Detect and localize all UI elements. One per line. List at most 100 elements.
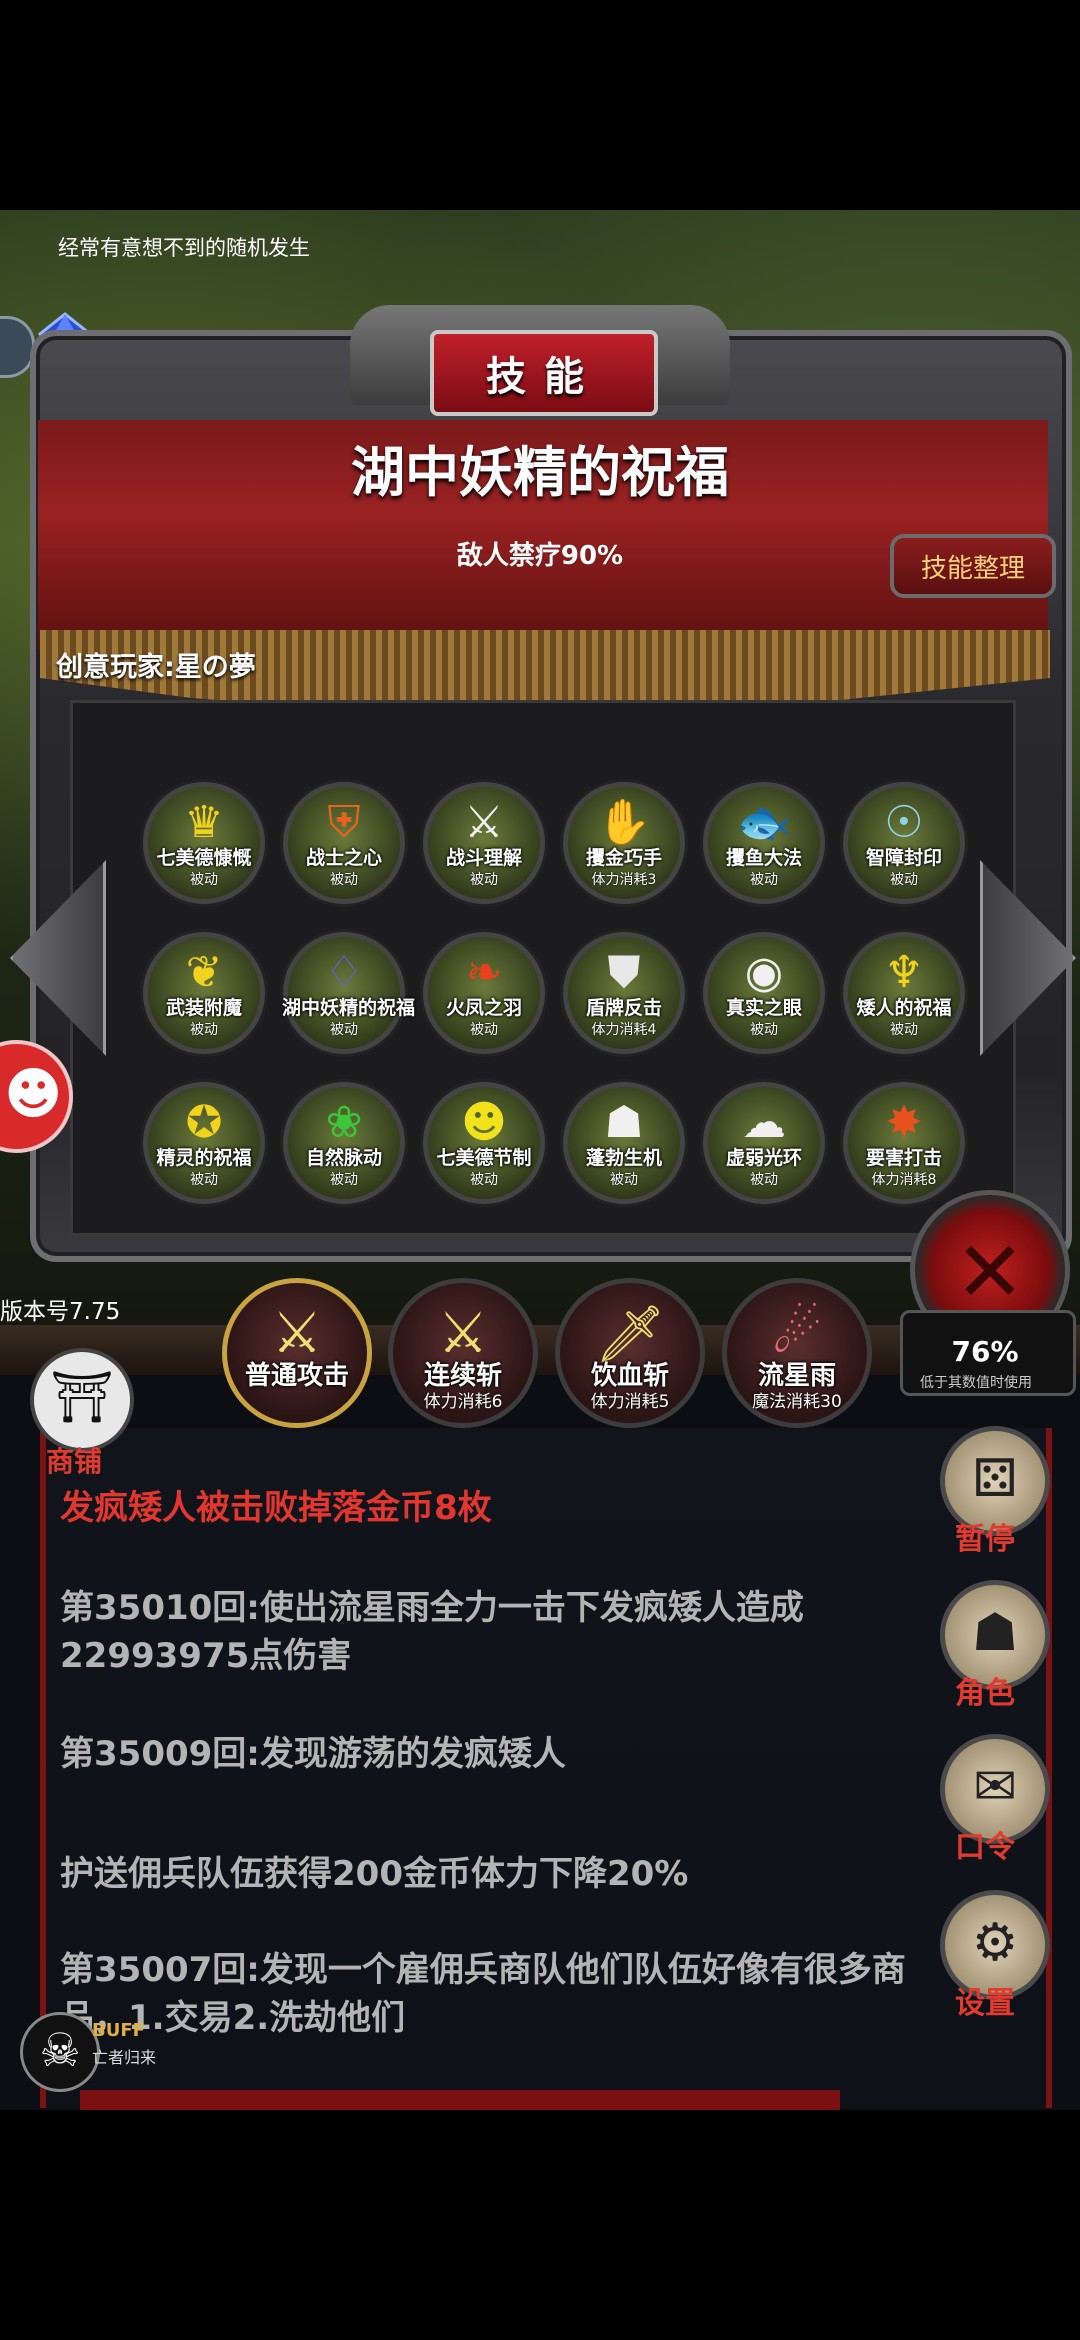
sword-shield-icon: ⚔: [464, 797, 504, 848]
hooded-figure-icon: ☗: [971, 1603, 1019, 1663]
skill-slot[interactable]: ⚔ 战斗理解被动: [423, 782, 545, 904]
side-menu-label[interactable]: 口令: [955, 1822, 1015, 1866]
skill-cost: 被动: [890, 872, 918, 888]
action-cost: 魔法消耗30: [752, 1392, 842, 1412]
nav-bar-area: [0, 2110, 1080, 2340]
skill-name: 智障封印: [865, 847, 942, 869]
side-menu-label[interactable]: 角色: [955, 1668, 1015, 1712]
side-menu-label[interactable]: 设置: [955, 1978, 1015, 2022]
muscle-icon: ☗: [604, 1097, 644, 1148]
wings-icon: ❦: [185, 947, 223, 998]
skill-cost: 被动: [190, 1022, 218, 1038]
skill-cost: 被动: [610, 1172, 638, 1188]
feather-icon: ❧: [465, 947, 503, 998]
log-entry: 第35010回:使出流星雨全力一击下发疯矮人造成22993975点伤害: [60, 1588, 804, 1676]
eye-icon: ◉: [744, 947, 784, 998]
skill-slot[interactable]: ❀ 自然脉动 被动: [283, 1082, 405, 1204]
gear-icon: ⚙: [971, 1913, 1019, 1973]
skill-cost: 被动: [750, 1172, 778, 1188]
skill-slot[interactable]: ☗ 蓬勃生机被动: [563, 1082, 685, 1204]
skull-icon[interactable]: ☠: [20, 2012, 100, 2092]
action-cost: 体力消耗5: [590, 1392, 670, 1412]
skill-cost: 被动: [470, 1172, 498, 1188]
skill-slot[interactable]: ☻ 七美德节制被动: [423, 1082, 545, 1204]
skill-name: 七美德慷慨: [156, 847, 252, 869]
fish-icon: 🐟: [736, 797, 792, 848]
skill-slot[interactable]: ✸ 要害打击体力消耗8: [843, 1082, 965, 1204]
hp-threshold-value: 76%: [951, 1335, 1019, 1368]
selected-skill-name: 湖中妖精的祝福: [351, 441, 729, 504]
skill-name: 要害打击: [865, 1147, 942, 1169]
ghost-icon: ☁: [742, 1097, 786, 1148]
skill-name: 真实之眼: [725, 997, 802, 1019]
skill-slot[interactable]: ☉ 智障封印被动: [843, 782, 965, 904]
skill-cost: 被动: [470, 872, 498, 888]
log-entry: 第35009回:发现游荡的发疯矮人: [60, 1734, 566, 1774]
person-icon: ☻: [4, 1062, 63, 1127]
action-skill-button[interactable]: ⚔ 连续斩 体力消耗6: [388, 1278, 538, 1428]
skill-name: 虚弱光环: [725, 1147, 802, 1169]
action-cost: 体力消耗6: [423, 1392, 503, 1412]
skill-cost: 被动: [190, 872, 218, 888]
mask-icon: ☻: [461, 1097, 507, 1148]
skill-name: 蓬勃生机: [585, 1147, 662, 1169]
dice-icon: ⚄: [972, 1449, 1018, 1509]
action-skill-button[interactable]: 🗡 饮血斩 体力消耗5: [555, 1278, 705, 1428]
skill-name: 战士之心: [305, 847, 382, 869]
shop-label[interactable]: 商铺: [46, 1440, 102, 1480]
skill-cost: 被动: [750, 1022, 778, 1038]
log-entry: 护送佣兵队伍获得200金币体力下降20%: [60, 1854, 689, 1894]
skill-name: 盾牌反击: [585, 997, 662, 1019]
skill-slot[interactable]: ♆ 矮人的祝福被动: [843, 932, 965, 1054]
hp-threshold-note: 低于其数值时使用: [920, 1375, 1032, 1391]
skill-slot[interactable]: ❧ 火凤之羽 被动: [423, 932, 545, 1054]
shield-icon: ⛊: [607, 947, 641, 998]
viking-helmet-icon: ♆: [884, 947, 924, 998]
action-skill-button[interactable]: ⚔ 普通攻击: [222, 1278, 372, 1428]
skill-name: 矮人的祝福: [856, 997, 952, 1019]
burst-icon: ✸: [885, 1097, 923, 1148]
skill-name: 武装附魔: [165, 997, 242, 1019]
skill-name: 战斗理解: [445, 847, 522, 869]
skill-slot[interactable]: ♢ 湖中妖精的祝福 被动: [282, 932, 416, 1054]
action-skill-button[interactable]: ☄ 流星雨 魔法消耗30: [722, 1278, 872, 1428]
skill-cost: 体力消耗3: [591, 872, 657, 888]
skill-cost: 被动: [330, 872, 358, 888]
creator-credit: 创意玩家:星の夢: [56, 652, 256, 683]
book-icon: ✉: [973, 1757, 1017, 1817]
buff-name: 亡者归来: [92, 2048, 157, 2067]
status-bar-area: [0, 0, 1080, 210]
skill-slot[interactable]: ⛨ 战士之心被动: [283, 782, 405, 904]
hand-icon: ✋: [596, 797, 652, 848]
crown-icon: ♛: [184, 797, 224, 848]
skill-cost: 被动: [750, 872, 778, 888]
skill-cost: 被动: [890, 1022, 918, 1038]
log-entry: 第35007回:发现一个雇佣兵商队他们队伍好像有很多商品，1.交易2.洗劫他们: [60, 1950, 906, 2038]
skill-slot[interactable]: ❦ 武装附魔被动: [143, 932, 265, 1054]
organize-skills-button[interactable]: 技能整理: [890, 534, 1056, 598]
skill-slot[interactable]: ♛ 七美德慷慨被动: [143, 782, 265, 904]
skill-slot[interactable]: ◉ 真实之眼被动: [703, 932, 825, 1054]
skill-slot[interactable]: 🐟 攫鱼大法 被动: [703, 782, 825, 904]
skill-slot[interactable]: ✪ 精灵的祝福 被动: [143, 1082, 265, 1204]
skill-name: 自然脉动: [305, 1147, 382, 1169]
skill-slot[interactable]: ⛊ 盾牌反击 体力消耗4: [563, 932, 685, 1054]
skill-cost: 被动: [330, 1022, 358, 1038]
skill-cost: 体力消耗8: [871, 1172, 937, 1188]
leaf-icon: ❀: [325, 1097, 363, 1148]
seal-icon: ☉: [884, 797, 924, 848]
star-icon: ✪: [185, 1097, 223, 1148]
skill-slot[interactable]: ✋ 攫金巧手 体力消耗3: [563, 782, 685, 904]
side-menu-label[interactable]: 暂停: [955, 1514, 1015, 1558]
helmet-icon: ⛨: [327, 797, 361, 848]
log-entry: 发疯矮人被击败掉落金币8枚: [60, 1488, 492, 1528]
action-name: 普通攻击: [244, 1361, 349, 1391]
skill-name: 七美德节制: [436, 1147, 532, 1169]
shop-icon[interactable]: ⛩: [30, 1348, 134, 1452]
close-icon: ✕: [954, 1223, 1026, 1321]
skill-name: 湖中妖精的祝福: [282, 997, 416, 1019]
skill-name: 火凤之羽: [445, 997, 522, 1019]
buff-label: BUFF: [92, 2020, 145, 2041]
skill-name: 精灵的祝福: [156, 1147, 252, 1169]
skill-slot[interactable]: ☁ 虚弱光环被动: [703, 1082, 825, 1204]
